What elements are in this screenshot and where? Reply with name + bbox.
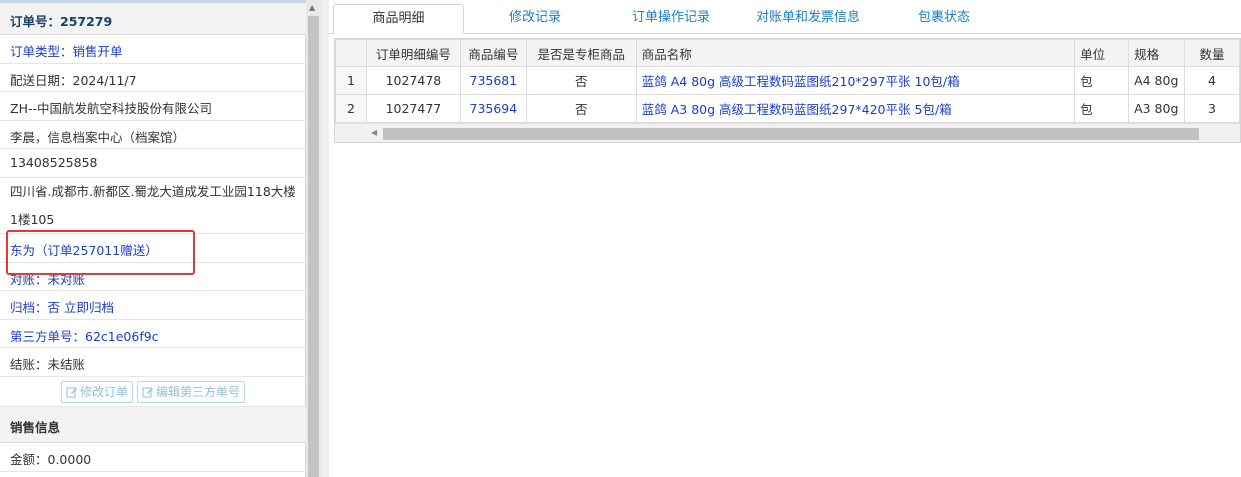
tab-change-log[interactable]: 修改记录: [479, 4, 591, 34]
product-name-link[interactable]: 蓝鸽 A3 80g 高级工程数码蓝图纸297*420平张 5包/箱: [635, 94, 1076, 123]
edit-order-label: 修改订单: [79, 385, 128, 399]
product-id-link[interactable]: 735694: [459, 94, 527, 123]
horizontal-scroll-thumb[interactable]: [383, 128, 1199, 140]
quantity-cell: 4: [1184, 66, 1240, 95]
tab-order-operation-log[interactable]: 订单操作记录: [611, 4, 731, 34]
detail-id-cell: 1027477: [365, 94, 461, 123]
scroll-up-icon[interactable]: ▲: [309, 4, 315, 12]
order-number-title: 订单号：257279: [0, 3, 306, 35]
sales-amount: 金额：0.0000: [0, 443, 306, 472]
row-index: 1: [335, 66, 367, 95]
unit-cell: 包: [1074, 94, 1130, 123]
tab-statement-invoice[interactable]: 对账单和发票信息: [741, 4, 875, 34]
annotation-highlight: [6, 230, 195, 275]
delivery-date: 配送日期：2024/11/7: [0, 64, 306, 92]
edit-icon: [66, 387, 77, 398]
col-header-counter-product[interactable]: 是否是专柜商品: [525, 39, 637, 67]
col-header-product-id[interactable]: 商品编号: [459, 39, 527, 67]
counter-product-cell: 否: [525, 66, 637, 95]
detail-panel: 商品明细 修改记录 订单操作记录 对账单和发票信息 包裹状态 订单明细编号 商品…: [329, 0, 1241, 477]
third-party-number[interactable]: 第三方单号：62c1e06f9c: [0, 320, 306, 348]
product-table: 订单明细编号 商品编号 是否是专柜商品 商品名称 单位 规格 数量 1 1027…: [334, 38, 1241, 143]
col-header-quantity[interactable]: 数量: [1184, 39, 1240, 67]
table-row[interactable]: 2 1027477 735694 否 蓝鸽 A3 80g 高级工程数码蓝图纸29…: [335, 94, 1240, 123]
quantity-cell: 3: [1184, 94, 1240, 123]
product-id-link[interactable]: 735681: [459, 66, 527, 95]
edit-third-party-button[interactable]: 编辑第三方单号: [136, 381, 245, 403]
col-header-product-name[interactable]: 商品名称: [635, 39, 1076, 67]
edit-order-button[interactable]: 修改订单: [60, 381, 133, 403]
product-name-link[interactable]: 蓝鸽 A4 80g 高级工程数码蓝图纸210*297平张 10包/箱: [635, 66, 1076, 95]
contact-person: 李晨，信息档案中心（档案馆）: [0, 121, 306, 149]
order-action-bar: 修改订单 编辑第三方单号: [0, 377, 306, 407]
col-header-unit[interactable]: 单位: [1074, 39, 1130, 67]
unit-cell: 包: [1074, 66, 1130, 95]
sales-info-title: 销售信息: [0, 407, 306, 443]
edit-icon: [142, 387, 153, 398]
spec-cell: A4 80g: [1128, 66, 1186, 95]
order-info-panel: 订单号：257279 订单类型：销售开单 配送日期：2024/11/7 ZH--…: [0, 0, 306, 477]
panel-scrollbar[interactable]: ▲: [306, 0, 321, 477]
scrollbar-thumb[interactable]: [308, 16, 319, 477]
edit-third-party-label: 编辑第三方单号: [155, 385, 240, 399]
table-row[interactable]: 1 1027478 735681 否 蓝鸽 A4 80g 高级工程数码蓝图纸21…: [335, 66, 1240, 95]
spec-cell: A3 80g: [1128, 94, 1186, 123]
customer-company: ZH--中国航发航空科技股份有限公司: [0, 92, 306, 121]
row-index: 2: [335, 94, 367, 123]
scroll-left-icon[interactable]: ◀: [371, 128, 377, 137]
col-header-spec[interactable]: 规格: [1128, 39, 1186, 67]
detail-id-cell: 1027478: [365, 66, 461, 95]
archive-status-link[interactable]: 归档：否 立即归档: [0, 291, 306, 320]
table-header-row: 订单明细编号 商品编号 是否是专柜商品 商品名称 单位 规格 数量: [335, 39, 1240, 67]
order-type: 订单类型：销售开单: [0, 35, 306, 64]
contact-phone: 13408525858: [0, 149, 306, 178]
delivery-address: 四川省.成都市.新都区.蜀龙大道成发工业园118大楼1楼105: [0, 178, 306, 234]
col-header-detail-id[interactable]: 订单明细编号: [365, 39, 461, 67]
col-header-index: [335, 39, 367, 67]
tab-bar: 商品明细 修改记录 订单操作记录 对账单和发票信息 包裹状态: [329, 0, 1241, 34]
tab-package-status[interactable]: 包裹状态: [894, 4, 994, 34]
tab-product-details[interactable]: 商品明细: [333, 4, 464, 34]
table-horizontal-scrollbar[interactable]: ◀: [335, 123, 1240, 142]
settlement-status: 结账：未结账: [0, 348, 306, 377]
counter-product-cell: 否: [525, 94, 637, 123]
panel-gap: [321, 0, 329, 477]
